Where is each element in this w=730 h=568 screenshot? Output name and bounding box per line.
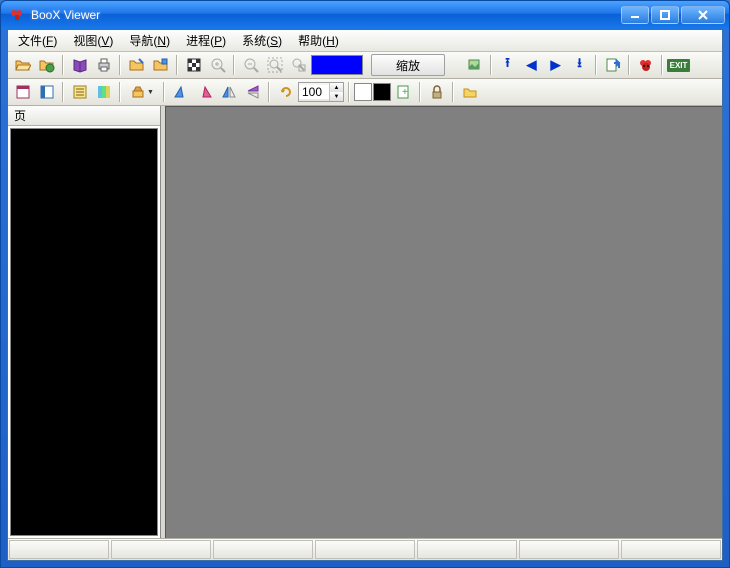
menu-navigate[interactable]: 导航(N) (121, 30, 178, 51)
bg-color-swatch[interactable] (354, 83, 372, 101)
content-area: 页 (8, 106, 722, 538)
client-area: 文件(F) 视图(V) 导航(N) 进程(P) 系统(S) 帮助(H) (7, 29, 723, 561)
window-title: BooX Viewer (31, 8, 621, 22)
menu-view[interactable]: 视图(V) (65, 30, 121, 51)
list-icon[interactable] (68, 81, 91, 104)
checker-icon[interactable] (182, 54, 205, 77)
browse-open-icon[interactable] (149, 54, 172, 77)
book-icon[interactable] (68, 54, 91, 77)
prev-arrow-icon[interactable]: ◀ (520, 54, 543, 77)
spin-down[interactable]: ▼ (329, 92, 343, 101)
zoom-fit-icon (263, 54, 286, 77)
status-cell-4 (315, 540, 415, 559)
add-color-icon[interactable]: + (392, 81, 415, 104)
percent-input[interactable] (299, 85, 329, 99)
separator (419, 82, 421, 102)
window-controls (621, 6, 725, 24)
zoom-select-icon (287, 54, 310, 77)
side-panel: 页 (8, 106, 161, 538)
menu-help[interactable]: 帮助(H) (290, 30, 347, 51)
zoom-in-icon (206, 54, 229, 77)
next-arrow-icon[interactable]: ▶ (544, 54, 567, 77)
separator (268, 82, 270, 102)
menu-system[interactable]: 系统(S) (234, 30, 290, 51)
ladybug-icon[interactable] (634, 54, 657, 77)
separator (163, 82, 165, 102)
menu-process[interactable]: 进程(P) (178, 30, 234, 51)
separator (119, 82, 121, 102)
status-bar (8, 538, 722, 560)
open-folder-icon[interactable] (11, 54, 34, 77)
note-folder-icon[interactable] (458, 81, 481, 104)
status-cell-5 (417, 540, 517, 559)
separator (628, 55, 630, 75)
separator (452, 82, 454, 102)
exit-icon[interactable]: EXIT (667, 54, 690, 77)
menu-bar: 文件(F) 视图(V) 导航(N) 进程(P) 系统(S) 帮助(H) (8, 30, 722, 52)
rotate-right-icon[interactable] (193, 81, 216, 104)
separator (233, 55, 235, 75)
first-arrow-icon[interactable]: ⭱ (496, 54, 519, 77)
maximize-button[interactable] (651, 6, 679, 24)
app-window: BooX Viewer 文件(F) 视图(V) 导航(N) 进程(P) 系统(S… (0, 0, 730, 568)
highlight-color-swatch[interactable] (311, 55, 363, 75)
status-cell-6 (519, 540, 619, 559)
separator (348, 82, 350, 102)
side-panel-header: 页 (8, 106, 160, 126)
layout-single-icon[interactable] (11, 81, 34, 104)
separator (62, 82, 64, 102)
recent-folder-icon[interactable] (35, 54, 58, 77)
separator (661, 55, 663, 75)
flip-vertical-icon[interactable] (241, 81, 264, 104)
title-bar[interactable]: BooX Viewer (1, 1, 729, 29)
flip-horizontal-icon[interactable] (217, 81, 240, 104)
spin-up[interactable]: ▲ (329, 83, 343, 92)
close-button[interactable] (681, 6, 725, 24)
toolbar-main: 缩放 ⭱ ◀ ▶ ⭳ EXIT (8, 52, 722, 79)
separator (176, 55, 178, 75)
menu-file[interactable]: 文件(F) (10, 30, 65, 51)
export-icon[interactable] (601, 54, 624, 77)
toolbar-view: ▼ ▲ ▼ + (8, 79, 722, 106)
shape-tool-icon[interactable]: ▼ (125, 81, 159, 104)
separator (119, 55, 121, 75)
lock-icon[interactable] (425, 81, 448, 104)
print-icon[interactable] (92, 54, 115, 77)
rotate-icon[interactable] (274, 81, 297, 104)
last-arrow-icon[interactable]: ⭳ (568, 54, 591, 77)
minimize-button[interactable] (621, 6, 649, 24)
zoom-button[interactable]: 缩放 (371, 54, 445, 76)
status-cell-3 (213, 540, 313, 559)
status-cell-2 (111, 540, 211, 559)
layout-double-icon[interactable] (35, 81, 58, 104)
svg-text:+: + (402, 87, 408, 98)
main-canvas[interactable] (165, 106, 722, 538)
separator (62, 55, 64, 75)
status-cell-1 (9, 540, 109, 559)
page-thumbnail-area[interactable] (10, 128, 158, 536)
zoom-out-icon (239, 54, 262, 77)
status-cell-7 (621, 540, 721, 559)
columns-icon[interactable] (92, 81, 115, 104)
refresh-image-icon[interactable] (463, 54, 486, 77)
browse-folder-icon[interactable] (125, 54, 148, 77)
separator (595, 55, 597, 75)
separator (490, 55, 492, 75)
fg-color-swatch[interactable] (373, 83, 391, 101)
boox-app-icon (9, 7, 25, 23)
rotate-left-icon[interactable] (169, 81, 192, 104)
percent-spinner[interactable]: ▲ ▼ (298, 82, 344, 102)
